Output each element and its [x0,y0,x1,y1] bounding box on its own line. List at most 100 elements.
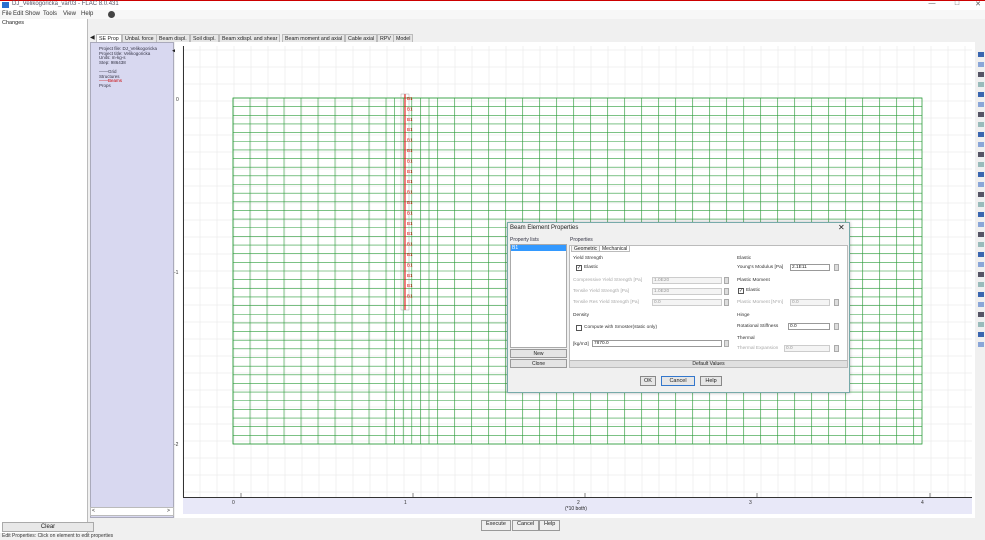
close-window-button[interactable]: ✕ [971,0,985,8]
model-tree-pane: Project file: DJ_Velikogoricka Project ti… [90,42,174,518]
beam-label: B1 [407,169,413,174]
toolbar-tool-icon[interactable] [978,132,984,137]
menu-show[interactable]: Show [25,11,40,17]
menu-edit[interactable]: Edit [13,11,23,17]
beam-label: B1 [407,231,413,236]
toolbar-tool-icon[interactable] [978,202,984,207]
tab-rpv[interactable]: RPV [377,34,394,42]
tab-cable-axial[interactable]: Cable axial [345,34,378,42]
properties-label: Properties [570,237,593,243]
tab-geometric[interactable]: Geometric [571,245,601,252]
toolbar-tool-icon[interactable] [978,252,984,257]
clear-button[interactable]: Clear [2,522,94,532]
toolbar-tool-icon[interactable] [978,62,984,67]
toolbar-tool-icon[interactable] [978,142,984,147]
tab-scroll-left-icon[interactable]: ◀ [90,34,95,41]
compressive-yield-spinner[interactable] [724,277,729,284]
menu-file[interactable]: File [2,11,12,17]
property-list-item[interactable]: B1 [511,245,566,251]
tree-horizontal-scrollbar[interactable]: < > [90,507,174,516]
toolbar-tool-icon[interactable] [978,242,984,247]
menu-tools[interactable]: Tools [43,11,57,17]
plastic-moment-field[interactable]: 0.0 [790,299,830,306]
toolbar-tool-icon[interactable] [978,92,984,97]
tensile-yield-field[interactable]: 1.0E20 [652,288,722,295]
tab-unbal-force[interactable]: Unbal. force [122,34,157,42]
compute-smoster-label: Compute with Smoster(static only) [584,325,658,330]
tree-item[interactable]: Props [99,83,173,89]
dialog-help-button[interactable]: Help [700,376,722,386]
yield-elastic-checkbox[interactable]: ✓ [576,265,582,271]
toolbar-tool-icon[interactable] [978,222,984,227]
toolbar-tool-icon[interactable] [978,282,984,287]
new-property-button[interactable]: New [510,349,567,358]
rotational-stiffness-field[interactable]: 0.0 [788,323,830,330]
toolbar-tool-icon[interactable] [978,112,984,117]
tab-beam-xdispl-shear[interactable]: Beam xdispl. and shear [219,34,281,42]
plastic-moment-group-label: Plastic Moment [737,278,770,283]
plastic-moment-spinner[interactable] [834,299,839,306]
help-circle-icon[interactable] [108,11,115,18]
density-field[interactable]: 7870.0 [592,340,722,347]
tensile-yield-spinner[interactable] [724,288,729,295]
toolbar-tool-icon[interactable] [978,262,984,267]
rotational-stiffness-spinner[interactable] [834,323,839,330]
toolbar-tool-icon[interactable] [978,182,984,187]
tab-soil-displ[interactable]: Soil displ. [190,34,219,42]
toolbar-tool-icon[interactable] [978,292,984,297]
youngs-modulus-spinner[interactable] [834,264,839,271]
menu-help[interactable]: Help [81,11,93,17]
tab-mechanical[interactable]: Mechanical [599,245,631,252]
scroll-right-icon[interactable]: > [167,508,170,514]
title-bar [0,0,985,10]
toolbar-tool-icon[interactable] [978,172,984,177]
toolbar-tool-icon[interactable] [978,302,984,307]
thermal-expansion-field[interactable]: 0.0 [784,345,830,352]
changes-title: Changes [2,20,25,26]
toolbar-tool-icon[interactable] [978,52,984,57]
x-tick-label: 1 [404,500,407,506]
toolbar-tool-icon[interactable] [978,122,984,127]
toolbar-tool-icon[interactable] [978,102,984,107]
tensile-res-yield-field[interactable]: 0.0 [652,299,722,306]
toolbar-tool-icon[interactable] [978,312,984,317]
toolbar-tool-icon[interactable] [978,192,984,197]
tensile-res-yield-spinner[interactable] [724,299,729,306]
dialog-close-icon[interactable]: ✕ [838,223,845,232]
toolbar-tool-icon[interactable] [978,232,984,237]
default-values-button[interactable]: Default Values [569,360,848,368]
toolbar-tool-icon[interactable] [978,162,984,167]
toolbar-tool-icon[interactable] [978,152,984,157]
compute-smoster-checkbox[interactable] [576,325,582,331]
compressive-yield-field[interactable]: 1.0E20 [652,277,722,284]
toolbar-tool-icon[interactable] [978,342,984,347]
dialog-cancel-button[interactable]: Cancel [661,376,695,386]
thermal-group-label: Thermal [737,336,755,341]
help-button[interactable]: Help [539,520,561,531]
toolbar-tool-icon[interactable] [978,322,984,327]
toolbar-tool-icon[interactable] [978,272,984,277]
tab-beam-moment-axial[interactable]: Beam moment and axial [282,34,346,42]
rotational-stiffness-label: Rotational Stiffness [737,324,779,329]
tab-se-prop[interactable]: SE Prop [96,34,122,42]
density-spinner[interactable] [724,340,729,347]
toolbar-tool-icon[interactable] [978,72,984,77]
plastic-elastic-checkbox[interactable]: ✓ [738,288,744,294]
toolbar-tool-icon[interactable] [978,212,984,217]
tab-beam-displ[interactable]: Beam displ. [156,34,190,42]
youngs-modulus-field[interactable]: 2.1E11 [790,264,830,271]
beam-label: B1 [407,138,413,143]
tab-model[interactable]: Model [393,34,414,42]
property-list[interactable] [510,244,567,348]
toolbar-tool-icon[interactable] [978,82,984,87]
scroll-left-icon[interactable]: < [92,508,95,514]
execute-button[interactable]: Execute [481,520,511,531]
menu-view[interactable]: View [63,11,76,17]
maximize-button[interactable]: □ [950,0,964,7]
clone-property-button[interactable]: Clone [510,359,567,368]
cancel-button[interactable]: Cancel [512,520,540,531]
thermal-expansion-spinner[interactable] [834,345,839,352]
minimize-button[interactable]: — [925,0,939,7]
dialog-ok-button[interactable]: OK [640,376,656,386]
toolbar-tool-icon[interactable] [978,332,984,337]
